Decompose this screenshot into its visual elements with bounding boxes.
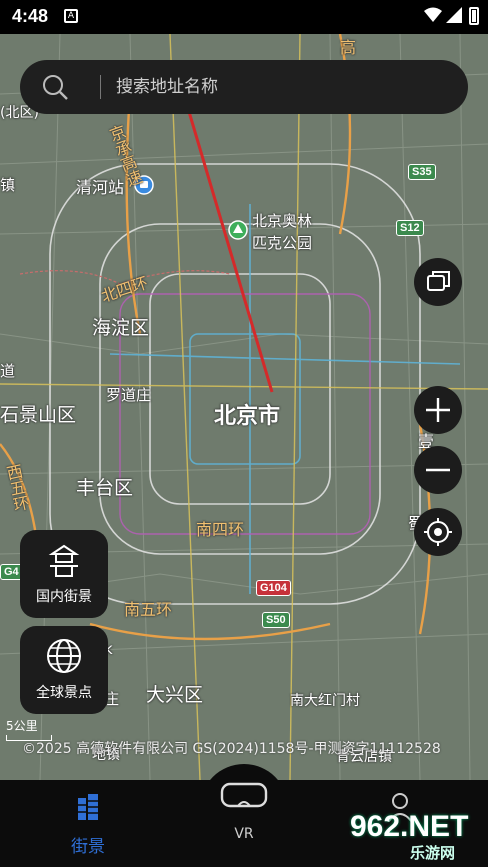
buildings-icon xyxy=(78,794,98,820)
zoom-out-button[interactable] xyxy=(414,446,462,494)
vr-headset-icon xyxy=(220,782,268,808)
label-olympic-park-1: 北京奥林 xyxy=(252,212,313,230)
shield-s35: S35 xyxy=(408,164,436,180)
shield-s12: S12 xyxy=(396,220,424,236)
label-nandahongmen: 南大红门村 xyxy=(290,693,360,709)
global-attractions-label: 全球景点 xyxy=(36,685,92,701)
label-fengtai: 丰台区 xyxy=(76,477,134,499)
pagoda-icon xyxy=(48,544,80,577)
label-olympic-park-2: 匹克公园 xyxy=(252,234,313,252)
label-luodaozhuang: 罗道庄 xyxy=(106,386,152,404)
domestic-streetview-card[interactable]: 国内街景 xyxy=(20,530,108,618)
site-watermark: 962.NET 乐游网 xyxy=(350,812,468,863)
nav-vr[interactable]: VR xyxy=(184,780,304,867)
label-south-4th-ring: 南四环 xyxy=(196,520,245,539)
label-haidian: 海淀区 xyxy=(92,317,150,339)
globe-icon xyxy=(47,639,81,673)
signal-icon xyxy=(446,7,462,23)
status-time: 4:48 xyxy=(12,6,49,26)
wifi-icon xyxy=(424,7,442,22)
watermark-sub: 乐游网 xyxy=(410,845,456,862)
park-icon xyxy=(228,220,248,240)
shield-s50: S50 xyxy=(262,612,290,628)
label-shijingshan: 石景山区 xyxy=(0,404,77,426)
search-divider xyxy=(100,75,101,99)
zoom-in-button[interactable] xyxy=(414,386,462,434)
nav-street-view-label: 街景 xyxy=(71,837,105,857)
label-partial-dao: 道 xyxy=(0,362,16,380)
nav-vr-label: VR xyxy=(234,826,254,842)
map-scale-label: 5公里 xyxy=(6,719,38,733)
search-bar[interactable] xyxy=(20,60,468,114)
plus-icon xyxy=(426,398,450,422)
shield-g104: G104 xyxy=(256,580,291,596)
locate-icon xyxy=(424,518,452,546)
global-attractions-card[interactable]: 全球景点 xyxy=(20,626,108,714)
layers-button[interactable] xyxy=(414,258,462,306)
label-qinghe-station: 清河站 xyxy=(76,178,125,197)
label-daxing: 大兴区 xyxy=(146,684,204,706)
minus-icon xyxy=(426,468,450,472)
label-beijing-city: 北京市 xyxy=(214,404,281,429)
locate-button[interactable] xyxy=(414,508,462,556)
search-icon xyxy=(43,75,68,100)
watermark-text: 962.NET xyxy=(350,810,469,843)
label-partial-north: 高 xyxy=(340,38,357,57)
map-copyright: ©2025 高德软件有限公司 GS(2024)1158号-甲测资字1111252… xyxy=(22,741,441,757)
domestic-streetview-label: 国内街景 xyxy=(36,589,92,605)
app-notification-icon: A xyxy=(64,9,78,23)
layers-icon xyxy=(427,271,450,291)
search-input[interactable] xyxy=(116,72,446,102)
label-south-5th-ring: 南五环 xyxy=(124,600,173,619)
status-bar: 4:48 A xyxy=(0,0,488,34)
nav-street-view[interactable]: 街景 xyxy=(28,780,148,867)
label-partial-zhen: 镇 xyxy=(0,176,16,194)
battery-icon xyxy=(469,7,479,25)
